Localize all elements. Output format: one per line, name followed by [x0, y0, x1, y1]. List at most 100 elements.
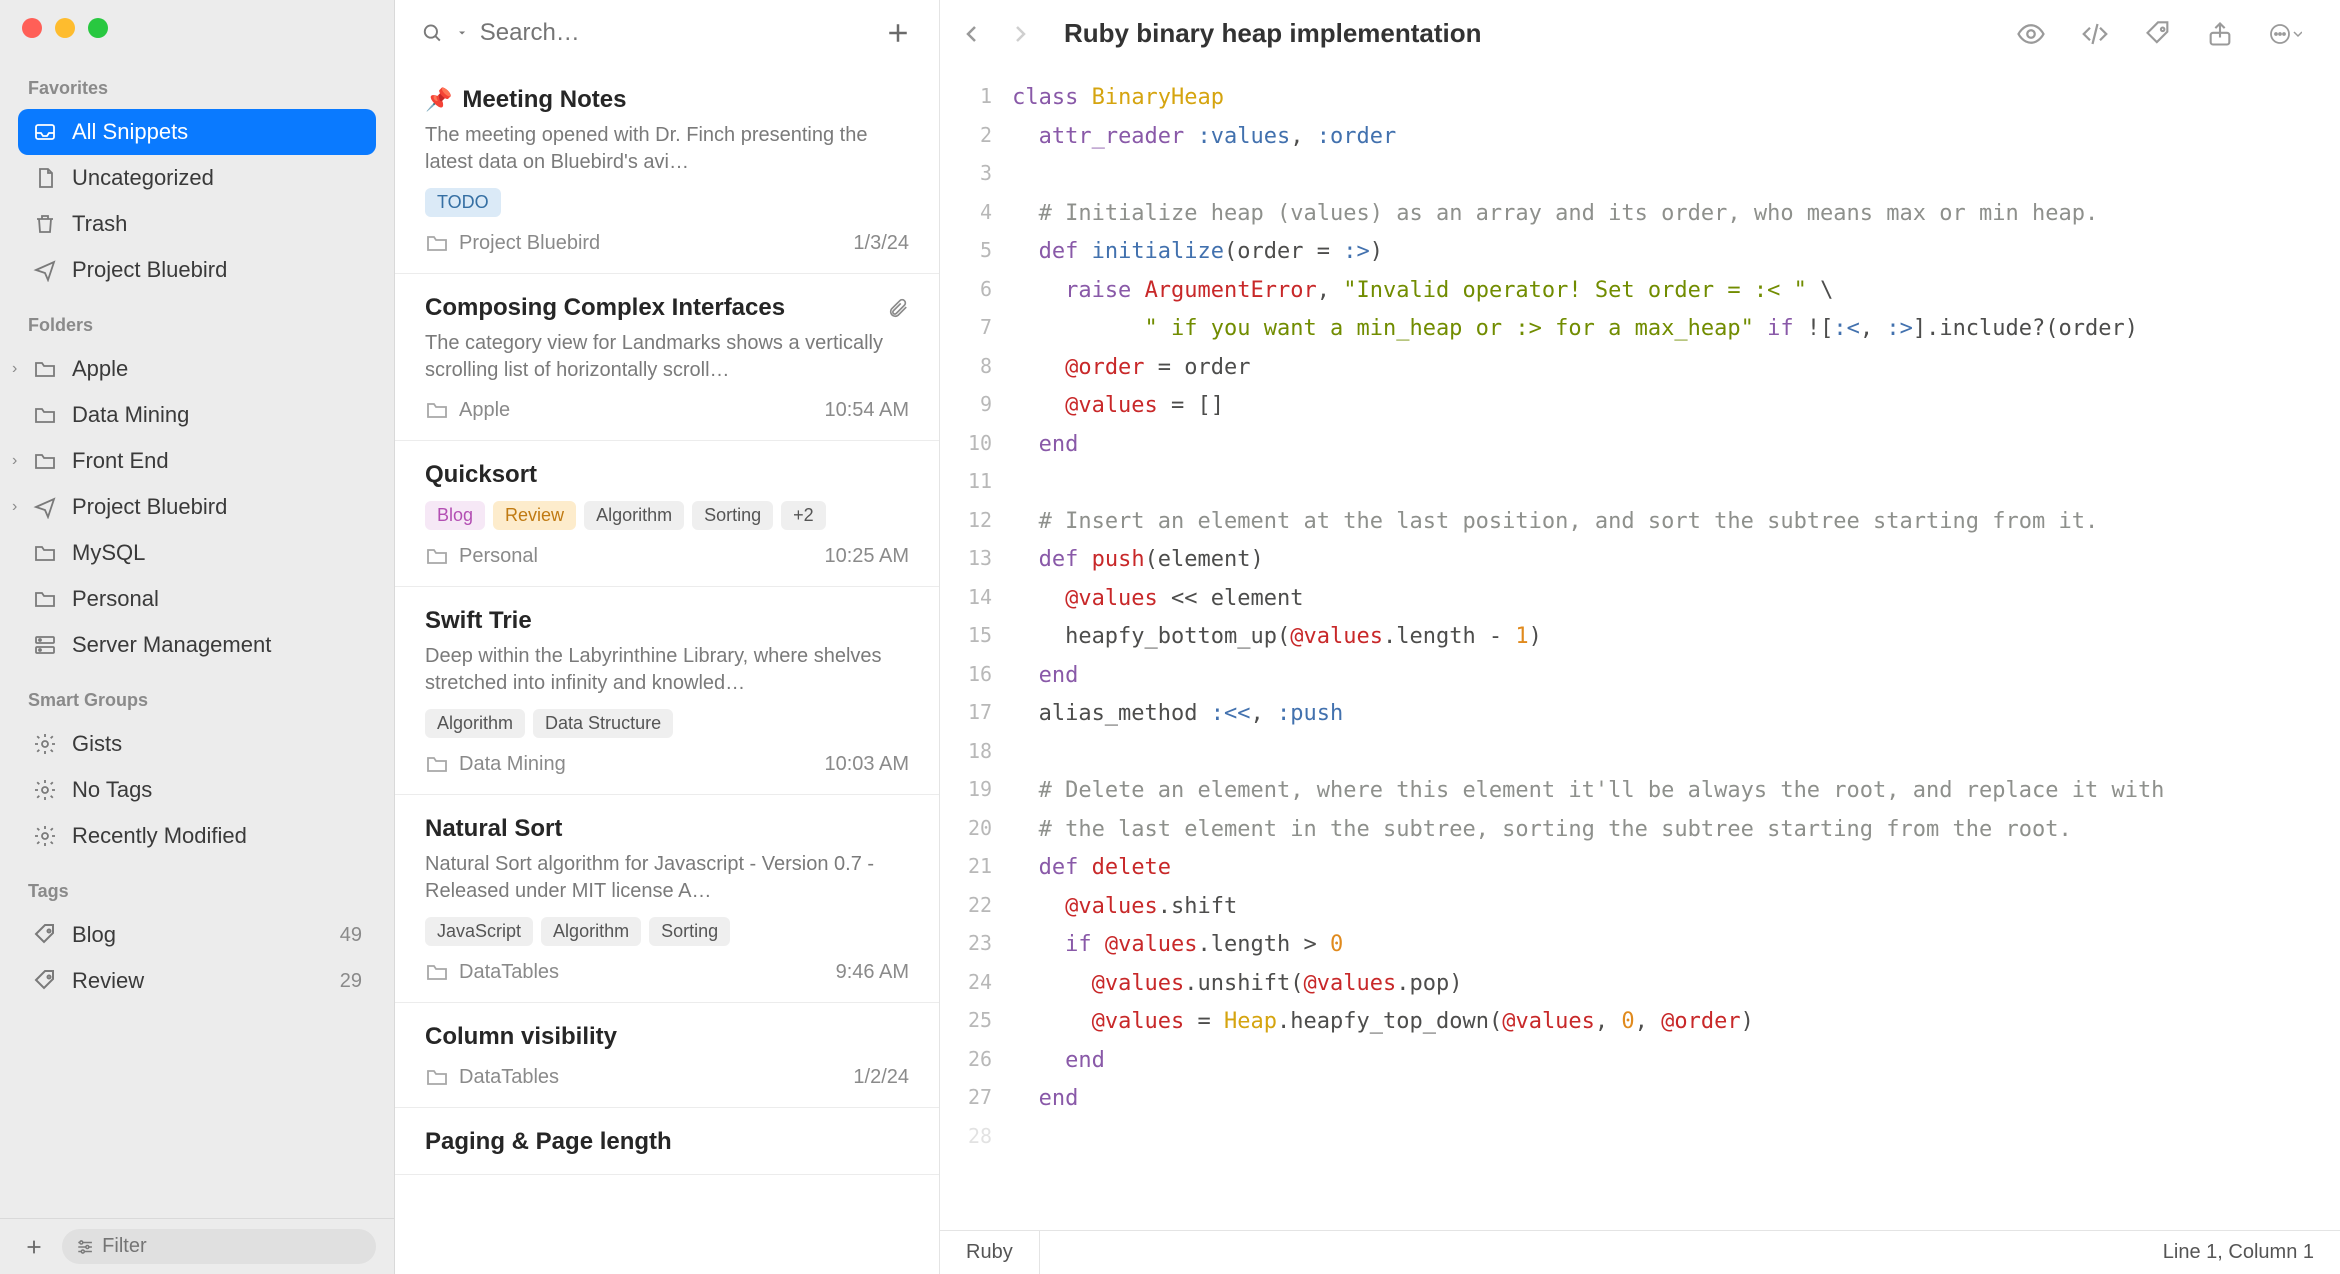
code-content[interactable]: class BinaryHeap attr_reader :values, :o… — [1012, 79, 2204, 1230]
snippet-folder: DataTables — [459, 961, 559, 984]
snippet-title: Column visibility — [425, 1023, 617, 1051]
snippet-list[interactable]: 📌Meeting NotesThe meeting opened with Dr… — [395, 66, 939, 1274]
sidebar-item-label: Project Bluebird — [72, 257, 227, 283]
folder-icon — [32, 448, 58, 474]
search-input[interactable] — [480, 19, 869, 47]
language-selector[interactable]: Ruby — [940, 1231, 1040, 1274]
snippet-timestamp: 10:03 AM — [824, 753, 909, 776]
tag-chip[interactable]: Sorting — [649, 917, 730, 946]
folder-label: Personal — [72, 586, 159, 612]
tag-blog[interactable]: Blog49 — [18, 912, 376, 958]
folder-label: Apple — [72, 356, 128, 382]
share-icon[interactable] — [2206, 20, 2234, 48]
chevron-down-icon[interactable] — [456, 26, 468, 40]
editor-footer: Ruby Line 1, Column 1 — [940, 1230, 2340, 1274]
smart-recently-modified[interactable]: Recently Modified — [18, 813, 376, 859]
minimize-window-button[interactable] — [55, 18, 75, 38]
tag-chip[interactable]: +2 — [781, 501, 826, 530]
cursor-position: Line 1, Column 1 — [2137, 1231, 2340, 1274]
preview-icon[interactable] — [2016, 19, 2046, 49]
code-editor[interactable]: 1234567891011121314151617181920212223242… — [940, 67, 2340, 1230]
smart-gists[interactable]: Gists — [18, 721, 376, 767]
snippet-title: Natural Sort — [425, 815, 562, 843]
snippet-title: Swift Trie — [425, 607, 532, 635]
snippet-timestamp: 9:46 AM — [836, 961, 909, 984]
folder-data-mining[interactable]: Data Mining — [18, 392, 376, 438]
snippet-folder: Data Mining — [459, 753, 566, 776]
tag-chip[interactable]: Algorithm — [425, 709, 525, 738]
code-icon[interactable] — [2080, 19, 2110, 49]
snippet-title: Meeting Notes — [462, 86, 626, 114]
folder-front-end[interactable]: ›Front End — [18, 438, 376, 484]
folder-mysql[interactable]: MySQL — [18, 530, 376, 576]
sidebar-item-trash[interactable]: Trash — [18, 201, 376, 247]
snippet-item[interactable]: Natural SortNatural Sort algorithm for J… — [395, 795, 939, 1003]
sidebar-footer — [0, 1218, 394, 1274]
section-folders-header: Folders — [0, 293, 394, 346]
close-window-button[interactable] — [22, 18, 42, 38]
tag-chip[interactable]: JavaScript — [425, 917, 533, 946]
tag-icon — [32, 968, 58, 994]
folder-project-bluebird[interactable]: ›Project Bluebird — [18, 484, 376, 530]
tag-review[interactable]: Review29 — [18, 958, 376, 1004]
sidebar-item-project-bluebird[interactable]: Project Bluebird — [18, 247, 376, 293]
snippet-item[interactable]: Swift TrieDeep within the Labyrinthine L… — [395, 587, 939, 795]
tag-chip[interactable]: TODO — [425, 188, 501, 217]
sidebar-item-all-snippets[interactable]: All Snippets — [18, 109, 376, 155]
snippet-title: Paging & Page length — [425, 1128, 672, 1156]
more-icon[interactable] — [2268, 20, 2302, 48]
maximize-window-button[interactable] — [88, 18, 108, 38]
snippet-item[interactable]: Column visibilityDataTables1/2/24 — [395, 1003, 939, 1108]
snippet-tags: Algorithm Data Structure — [425, 709, 909, 738]
tag-chip[interactable]: Review — [493, 501, 576, 530]
add-button[interactable] — [18, 1231, 50, 1263]
filter-input[interactable] — [102, 1235, 362, 1258]
folder-icon — [425, 231, 449, 255]
sidebar-item-uncategorized[interactable]: Uncategorized — [18, 155, 376, 201]
folder-label: Server Management — [72, 632, 271, 658]
smart-label: Gists — [72, 731, 122, 757]
search-field[interactable] — [421, 19, 869, 47]
tag-icon[interactable] — [2144, 20, 2172, 48]
folder-icon — [425, 544, 449, 568]
snippet-folder: Personal — [459, 545, 538, 568]
tag-chip[interactable]: Algorithm — [541, 917, 641, 946]
editor-title[interactable]: Ruby binary heap implementation — [1064, 18, 1482, 49]
tag-chip[interactable]: Sorting — [692, 501, 773, 530]
folder-server-management[interactable]: Server Management — [18, 622, 376, 668]
server-icon — [32, 632, 58, 658]
chevron-right-icon[interactable]: › — [12, 452, 17, 470]
snippet-item[interactable]: 📌Meeting NotesThe meeting opened with Dr… — [395, 66, 939, 274]
folder-apple[interactable]: ›Apple — [18, 346, 376, 392]
snippet-folder: DataTables — [459, 1066, 559, 1089]
snippet-item[interactable]: Composing Complex InterfacesThe category… — [395, 274, 939, 441]
chevron-right-icon[interactable]: › — [12, 498, 17, 516]
folder-personal[interactable]: Personal — [18, 576, 376, 622]
section-favorites-header: Favorites — [0, 56, 394, 109]
app-window: Favorites All Snippets UncategorizedTrash… — [0, 0, 2340, 1274]
tag-chip[interactable]: Data Structure — [533, 709, 673, 738]
filter-field[interactable] — [62, 1229, 376, 1264]
smart-label: Recently Modified — [72, 823, 247, 849]
snippet-item[interactable]: Paging & Page length — [395, 1108, 939, 1175]
sidebar: Favorites All Snippets UncategorizedTrash… — [0, 0, 395, 1274]
folder-icon — [32, 402, 58, 428]
sidebar-item-label: All Snippets — [72, 119, 188, 145]
tag-count: 29 — [340, 970, 362, 993]
window-controls — [0, 0, 394, 56]
folder-label: Front End — [72, 448, 169, 474]
tag-chip[interactable]: Algorithm — [584, 501, 684, 530]
snippet-item[interactable]: QuicksortBlogReviewAlgorithmSorting+2Per… — [395, 441, 939, 587]
new-snippet-button[interactable] — [883, 18, 913, 48]
gear-icon — [32, 823, 58, 849]
section-smart-header: Smart Groups — [0, 668, 394, 721]
doc-icon — [32, 165, 58, 191]
tag-chip[interactable]: Blog — [425, 501, 485, 530]
snippet-tags: Blog Review Algorithm Sorting +2 — [425, 501, 909, 530]
smart-no-tags[interactable]: No Tags — [18, 767, 376, 813]
folder-label: Data Mining — [72, 402, 189, 428]
forward-button[interactable] — [1008, 22, 1032, 46]
inbox-icon — [32, 119, 58, 145]
back-button[interactable] — [960, 22, 984, 46]
chevron-right-icon[interactable]: › — [12, 360, 17, 378]
